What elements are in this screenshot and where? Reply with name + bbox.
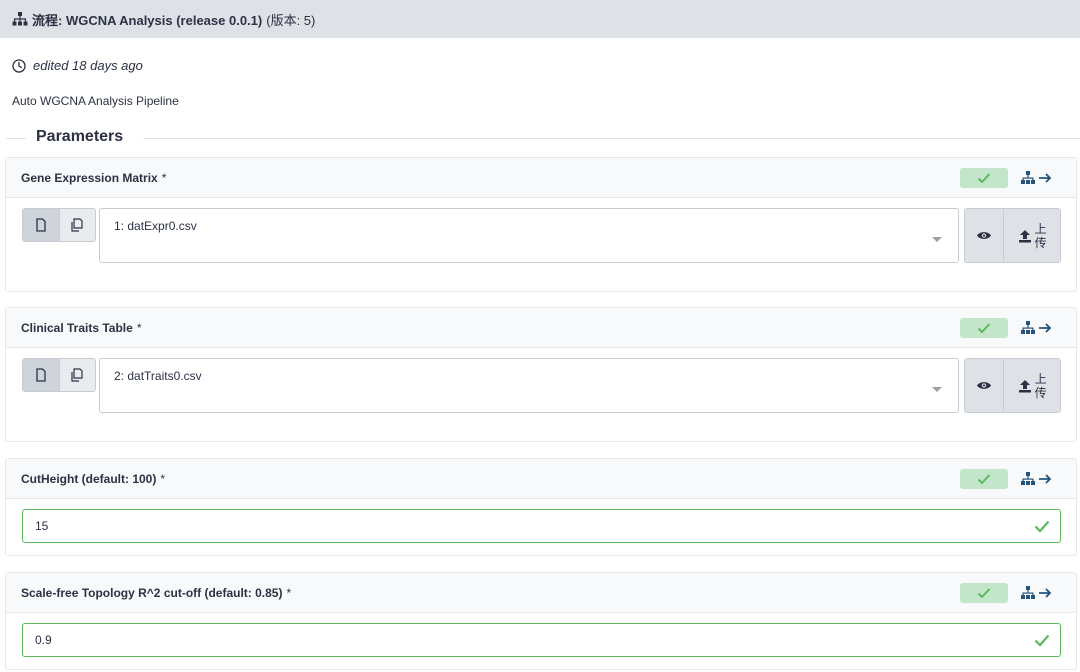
check-icon — [1034, 634, 1050, 647]
valid-badge — [960, 583, 1008, 603]
parameters-heading: Parameters — [36, 128, 124, 145]
single-dataset-button[interactable] — [23, 359, 59, 391]
check-icon — [1034, 520, 1050, 533]
upload-label: 上传 — [1034, 371, 1047, 400]
input-card-scale-free-cutoff: Scale-free Topology R^2 cut-off (default… — [5, 572, 1077, 670]
input-card-cut-height: CutHeight (default: 100) * 15 — [5, 458, 1077, 556]
clock-icon — [12, 58, 26, 73]
divider — [6, 138, 26, 139]
divider — [143, 138, 1080, 139]
multiple-datasets-button[interactable] — [58, 209, 95, 241]
scale-free-cutoff-input[interactable]: 0.9 — [22, 623, 1061, 657]
data-input-row: 2: datTraits0.csv 上传 — [6, 348, 1076, 442]
text-input-row: 0.9 — [6, 613, 1076, 671]
check-icon — [977, 474, 991, 485]
connection-arrow-icon[interactable] — [1021, 471, 1053, 487]
card-header: Clinical Traits Table * — [6, 308, 1076, 348]
input-mode-toggle — [22, 358, 96, 392]
card-title: Scale-free Topology R^2 cut-off (default… — [21, 585, 292, 600]
chevron-down-icon[interactable] — [932, 237, 942, 242]
dataset-actions: 上传 — [964, 358, 1061, 413]
parameters-section-heading: Parameters — [0, 128, 1080, 148]
preview-button[interactable] — [965, 209, 1005, 262]
workflow-annotation: Auto WGCNA Analysis Pipeline — [12, 94, 179, 108]
selected-dataset: 1: datExpr0.csv — [114, 219, 197, 233]
workflow-version: (版本: 5) — [266, 12, 316, 28]
input-card-gene-expression: Gene Expression Matrix * 1: datExpr0.csv… — [5, 157, 1077, 292]
text-input-row: 15 — [6, 499, 1076, 557]
eye-icon — [977, 382, 992, 389]
check-icon — [977, 588, 991, 599]
upload-label: 上传 — [1034, 221, 1047, 250]
card-header: Scale-free Topology R^2 cut-off (default… — [6, 573, 1076, 613]
connection-arrow-icon[interactable] — [1021, 585, 1053, 601]
multiple-datasets-button[interactable] — [58, 359, 95, 391]
files-icon — [71, 218, 84, 232]
upload-icon — [1018, 229, 1031, 242]
check-icon — [977, 323, 991, 334]
file-icon — [36, 368, 46, 382]
input-card-clinical-traits: Clinical Traits Table * 2: datTraits0.cs… — [5, 307, 1077, 442]
card-title: CutHeight (default: 100) * — [21, 471, 166, 486]
sitemap-icon — [12, 12, 28, 26]
upload-button[interactable]: 上传 — [1004, 209, 1060, 262]
upload-button[interactable]: 上传 — [1004, 359, 1060, 412]
single-dataset-button[interactable] — [23, 209, 59, 241]
card-header: CutHeight (default: 100) * — [6, 459, 1076, 499]
edited-text: edited 18 days ago — [33, 58, 143, 73]
files-icon — [71, 368, 84, 382]
input-mode-toggle — [22, 208, 96, 242]
card-header: Gene Expression Matrix * — [6, 158, 1076, 198]
connection-arrow-icon[interactable] — [1021, 170, 1053, 186]
check-icon — [977, 173, 991, 184]
edited-info: edited 18 days ago — [12, 58, 143, 73]
dataset-select[interactable]: 1: datExpr0.csv — [99, 208, 959, 263]
input-value: 0.9 — [35, 633, 52, 647]
dataset-actions: 上传 — [964, 208, 1061, 263]
valid-badge — [960, 469, 1008, 489]
selected-dataset: 2: datTraits0.csv — [114, 369, 202, 383]
data-input-row: 1: datExpr0.csv 上传 — [6, 198, 1076, 292]
card-title: Clinical Traits Table * — [21, 320, 142, 335]
dataset-select[interactable]: 2: datTraits0.csv — [99, 358, 959, 413]
card-title: Gene Expression Matrix * — [21, 170, 167, 185]
eye-icon — [977, 232, 992, 239]
input-value: 15 — [35, 519, 49, 533]
connection-arrow-icon[interactable] — [1021, 320, 1053, 336]
workflow-title: 流程: WGCNA Analysis (release 0.0.1) — [32, 12, 263, 28]
valid-badge — [960, 318, 1008, 338]
chevron-down-icon[interactable] — [932, 387, 942, 392]
upload-icon — [1018, 379, 1031, 392]
valid-badge — [960, 168, 1008, 188]
file-icon — [36, 218, 46, 232]
preview-button[interactable] — [965, 359, 1005, 412]
workflow-header: 流程: WGCNA Analysis (release 0.0.1) (版本: … — [0, 0, 1080, 38]
cut-height-input[interactable]: 15 — [22, 509, 1061, 543]
